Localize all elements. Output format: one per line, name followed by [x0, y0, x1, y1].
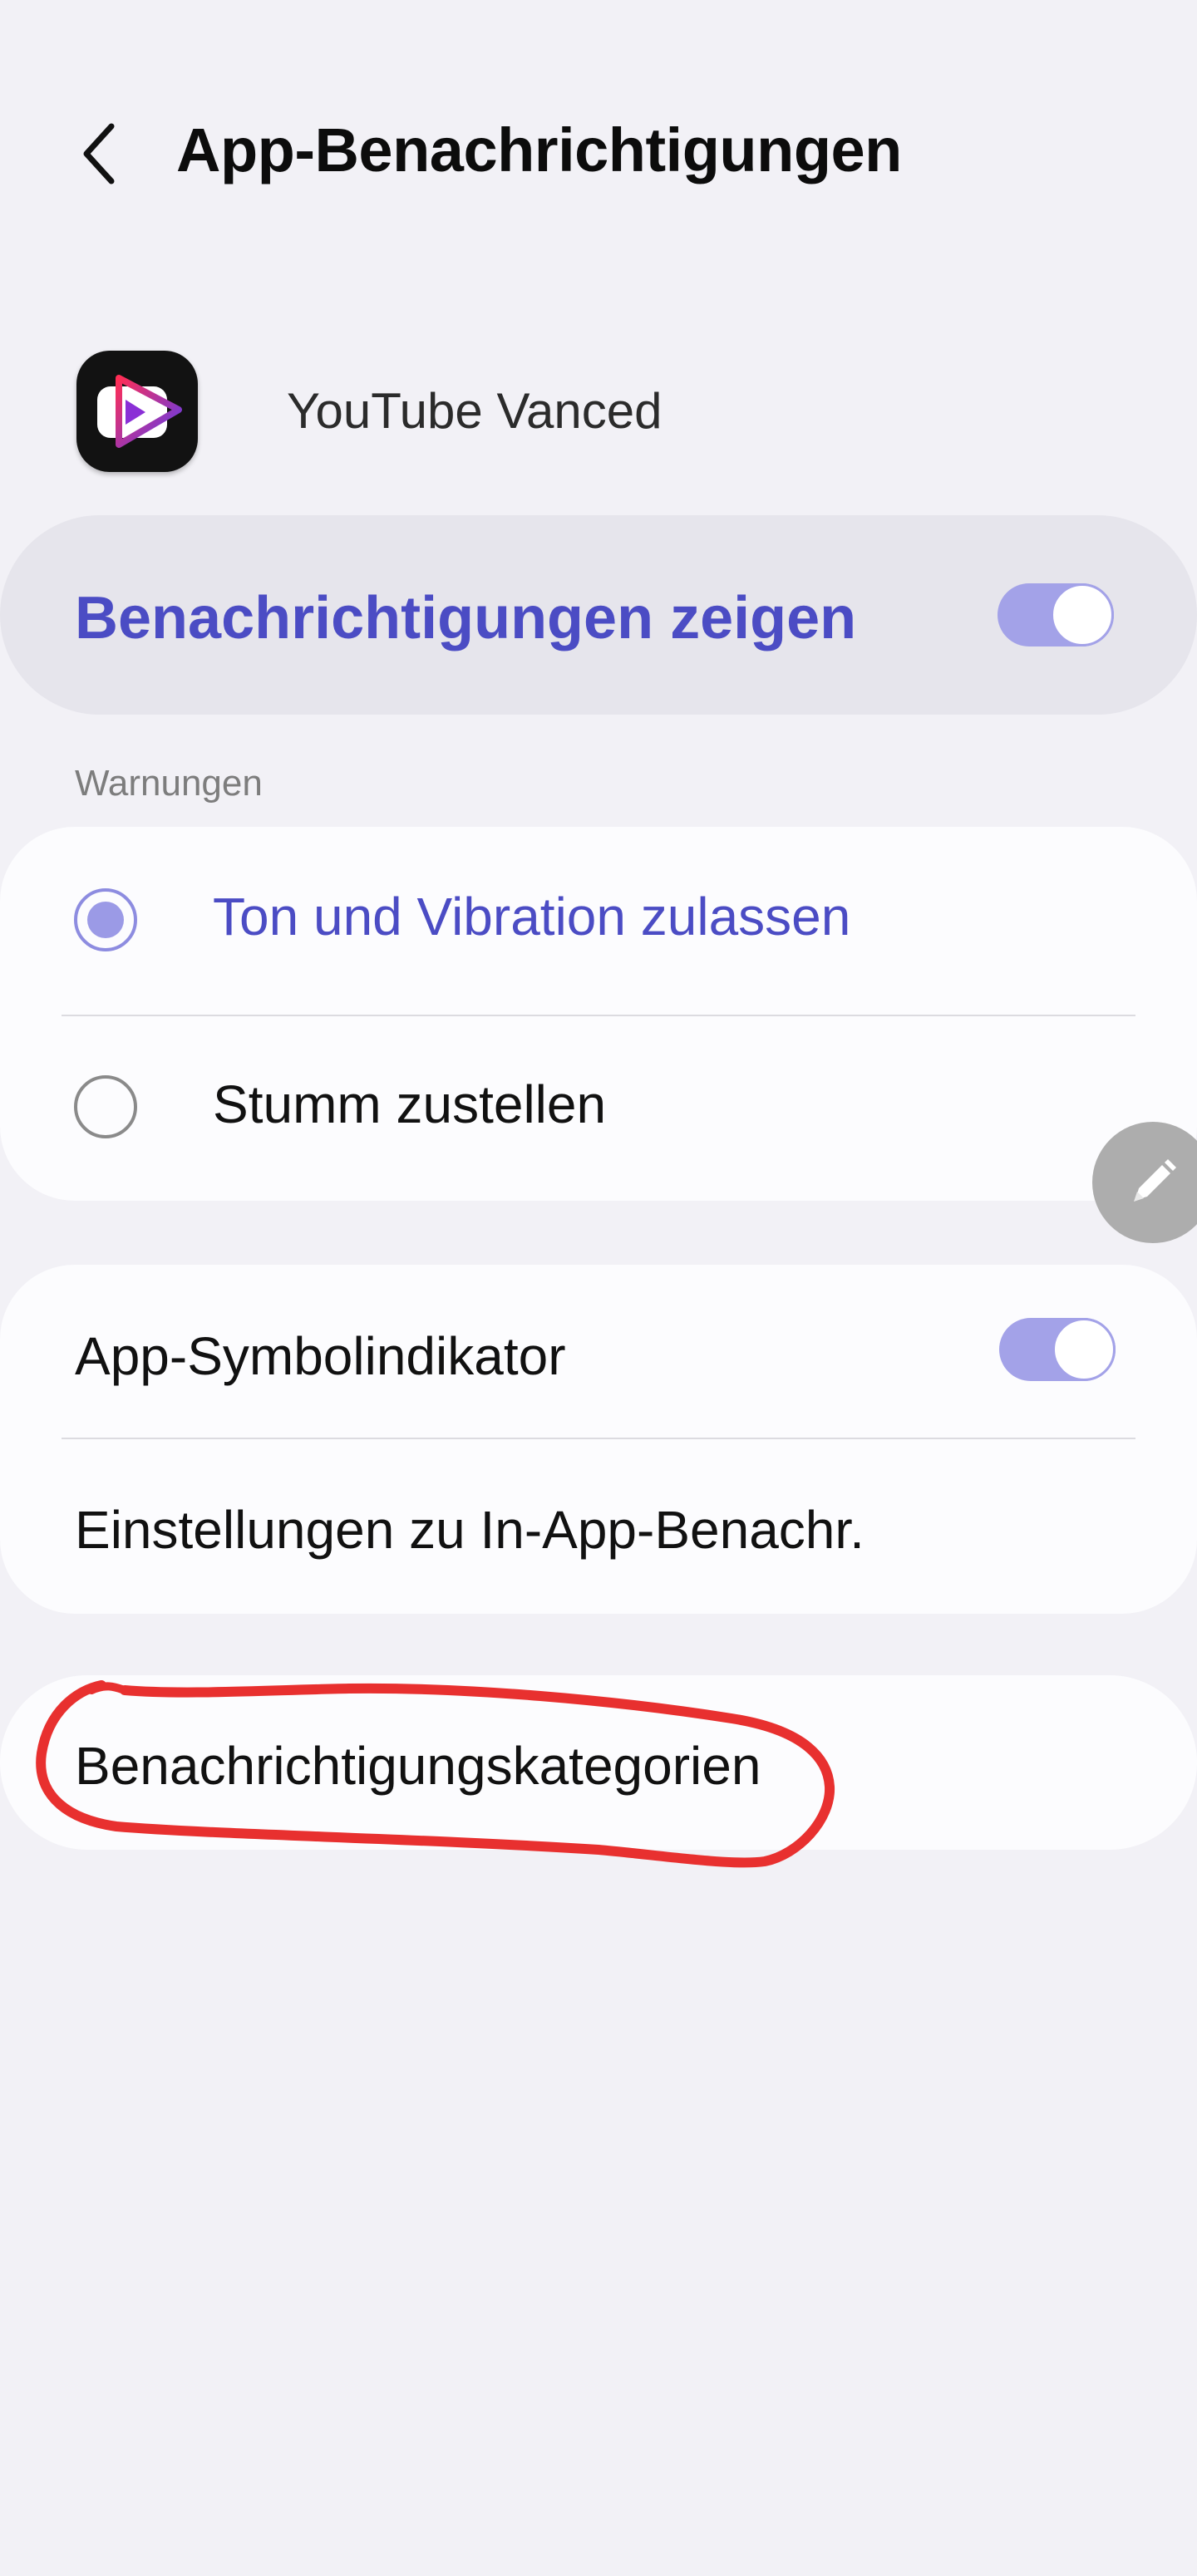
youtube-vanced-app-icon	[76, 351, 198, 472]
categories-label: Benachrichtigungskategorien	[75, 1736, 761, 1796]
radio-sound-vibration[interactable]	[74, 888, 137, 951]
show-notifications-toggle[interactable]	[998, 583, 1114, 646]
pencil-icon	[1134, 1159, 1176, 1202]
back-button[interactable]	[58, 108, 141, 199]
page-title: App-Benachrichtigungen	[176, 116, 902, 184]
chevron-left-icon	[83, 123, 115, 184]
alert-option-label: Ton und Vibration zulassen	[213, 887, 851, 946]
show-notifications-label: Benachrichtigungen zeigen	[75, 585, 857, 651]
badge-toggle[interactable]	[999, 1318, 1116, 1381]
alerts-section-label: Warnungen	[75, 763, 263, 804]
alert-option-label: Stumm zustellen	[213, 1074, 607, 1134]
toggle-knob	[1051, 583, 1114, 646]
in-app-settings-label: Einstellungen zu In-App-Benachr.	[75, 1500, 864, 1560]
radio-selected-dot	[87, 902, 124, 938]
toggle-knob	[1052, 1318, 1116, 1381]
app-name: YouTube Vanced	[287, 383, 663, 439]
badge-setting-label: App-Symbolindikator	[75, 1326, 566, 1386]
radio-silent[interactable]	[74, 1075, 137, 1138]
